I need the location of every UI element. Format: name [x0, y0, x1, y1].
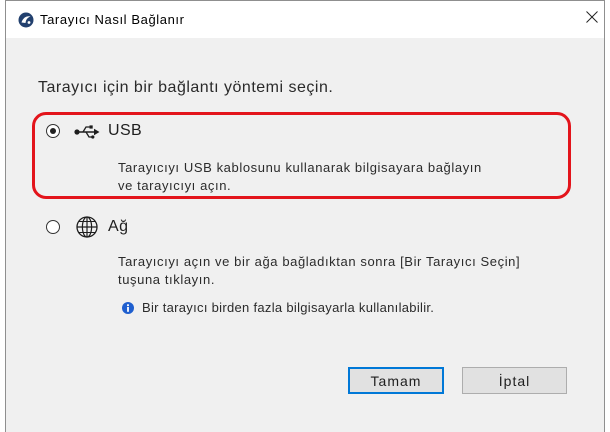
scanner-app-icon	[18, 12, 34, 28]
info-icon	[122, 301, 134, 314]
cancel-button[interactable]: İptal	[462, 367, 567, 394]
usb-icon	[74, 124, 100, 145]
usb-radio[interactable]	[46, 124, 60, 138]
close-icon	[586, 10, 598, 28]
usb-option-label: USB	[108, 122, 143, 139]
instruction-text: Tarayıcı için bir bağlantı yöntemi seçin…	[38, 79, 334, 96]
usb-description-line-1: Tarayıcıyı USB kablosunu kullanarak bilg…	[118, 160, 482, 175]
dialog-title: Tarayıcı Nasıl Bağlanır	[40, 12, 185, 27]
network-description-line-1: Tarayıcıyı açın ve bir ağa bağladıktan s…	[118, 254, 521, 269]
network-radio[interactable]	[46, 220, 60, 234]
close-button[interactable]	[579, 6, 604, 32]
network-note: Bir tarayıcı birden fazla bilgisayarla k…	[142, 300, 435, 315]
network-option-label: Ağ	[108, 218, 129, 235]
title-bar[interactable]: Tarayıcı Nasıl Bağlanır	[6, 1, 604, 38]
globe-icon	[76, 216, 98, 243]
ok-button[interactable]: Tamam	[348, 367, 444, 394]
usb-option[interactable]: USB	[44, 120, 154, 146]
usb-description-line-2: ve tarayıcıyı açın.	[118, 178, 232, 193]
network-option[interactable]: Ağ	[44, 215, 134, 241]
network-description-line-2: tuşuna tıklayın.	[118, 272, 216, 287]
dialog-window: Tarayıcı Nasıl Bağlanır Tarayıcı için bi…	[5, 0, 605, 432]
